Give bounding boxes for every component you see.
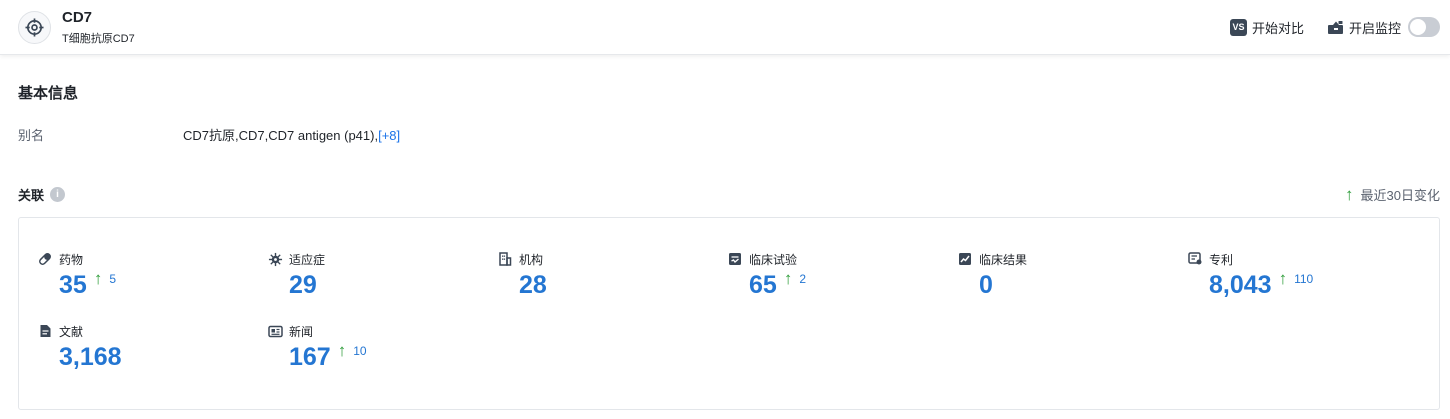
alias-label: 别名: [18, 128, 45, 143]
virus-icon: [267, 251, 283, 267]
monitor-label: 开启监控: [1349, 20, 1402, 36]
stat-drugs-value: 35: [59, 271, 87, 299]
monitor-toggle[interactable]: [1408, 17, 1440, 37]
clinical-result-icon: [957, 251, 973, 267]
stat-clinical-trials-label: 临床试验: [749, 252, 798, 267]
alias-more-link[interactable]: [+8]: [378, 128, 400, 143]
stat-organizations-label: 机构: [519, 252, 544, 267]
alias-value: CD7抗原,CD7,CD7 antigen (p41),[+8]: [183, 125, 400, 144]
related-stats-card: 药物 35 ↑ 5 适应症 29 机构 28 临床试验 65 ↑ 2 临床结果 …: [18, 217, 1440, 410]
stat-organizations[interactable]: 机构 28: [497, 251, 547, 300]
stat-clinical-results[interactable]: 临床结果 0: [957, 251, 1027, 300]
toggle-knob: [1410, 19, 1426, 35]
stat-patents-value: 8,043: [1209, 271, 1272, 299]
clinical-trial-icon: [727, 251, 743, 267]
stat-clinical-results-label: 临床结果: [979, 252, 1028, 267]
start-compare-label: 开始对比: [1252, 20, 1305, 36]
stat-clinical-trials-value: 65: [749, 271, 777, 299]
basic-info-title: 基本信息: [18, 85, 79, 102]
stat-indications-value: 29: [289, 271, 317, 299]
related-title: 关联 i: [18, 185, 66, 204]
stat-clinical-trials-delta: ↑ 2: [784, 270, 806, 287]
up-arrow-icon: ↑: [337, 341, 347, 360]
stat-clinical-trials-delta-value: 2: [799, 271, 806, 286]
stat-indications[interactable]: 适应症 29: [267, 251, 325, 300]
pill-icon: [37, 251, 53, 267]
up-arrow-icon: ↑: [783, 269, 793, 288]
vs-icon: VS: [1230, 18, 1247, 36]
target-logo: [18, 11, 51, 44]
stat-patents-delta-value: 110: [1294, 271, 1314, 286]
up-arrow-icon: ↑: [93, 269, 103, 288]
stat-news-value: 167: [289, 343, 331, 371]
start-compare-button[interactable]: VS 开始对比: [1230, 18, 1304, 36]
stat-news[interactable]: 新闻 167 ↑ 10: [267, 323, 367, 372]
stat-drugs[interactable]: 药物 35 ↑ 5: [37, 251, 116, 300]
stat-patents-delta: ↑ 110: [1279, 270, 1314, 287]
stat-patents[interactable]: 专利 8,043 ↑ 110: [1187, 251, 1313, 300]
alias-text: CD7抗原,CD7,CD7 antigen (p41),: [183, 128, 379, 143]
target-icon: [25, 18, 44, 37]
info-icon[interactable]: i: [50, 187, 66, 202]
stat-drugs-delta: ↑ 5: [94, 270, 116, 287]
stat-news-delta: ↑ 10: [338, 342, 367, 359]
page-title: CD7: [62, 9, 93, 26]
stat-indications-label: 适应症: [289, 252, 326, 267]
stat-news-label: 新闻: [289, 324, 314, 339]
stat-clinical-trials[interactable]: 临床试验 65 ↑ 2: [727, 251, 806, 300]
recent-change-legend: ↑ 最近30日变化: [1345, 185, 1440, 204]
monitor-icon: [1327, 20, 1344, 35]
patent-icon: [1187, 251, 1203, 267]
stat-literature[interactable]: 文献 3,168: [37, 323, 122, 372]
stat-drugs-delta-value: 5: [109, 271, 116, 286]
up-arrow-icon: ↑: [1278, 269, 1288, 288]
building-icon: [497, 251, 513, 267]
news-icon: [267, 323, 283, 339]
up-arrow-icon: ↑: [1345, 185, 1354, 204]
stat-literature-label: 文献: [59, 324, 84, 339]
monitor-button[interactable]: 开启监控: [1327, 18, 1401, 36]
related-title-label: 关联: [18, 188, 45, 203]
stat-organizations-value: 28: [519, 271, 547, 299]
stat-patents-label: 专利: [1209, 252, 1234, 267]
stat-drugs-label: 药物: [59, 252, 84, 267]
page-subtitle: T细胞抗原CD7: [62, 33, 135, 45]
stat-literature-value: 3,168: [59, 343, 122, 371]
document-icon: [37, 323, 53, 339]
recent-change-label: 最近30日变化: [1360, 188, 1440, 203]
stat-clinical-results-value: 0: [979, 271, 993, 299]
header-bar: CD7 T细胞抗原CD7 VS 开始对比 开启监控: [0, 0, 1450, 55]
stat-news-delta-value: 10: [353, 343, 367, 358]
